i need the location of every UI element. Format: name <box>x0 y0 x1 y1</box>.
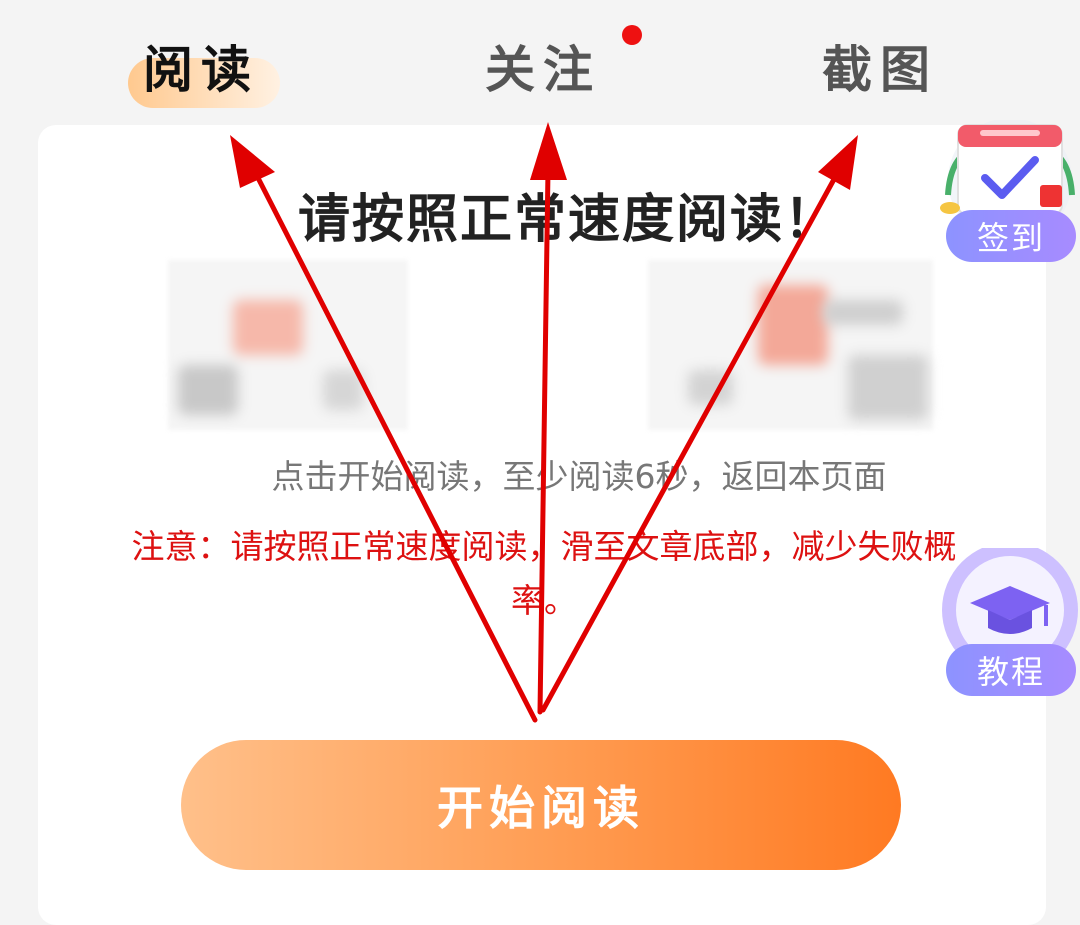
tab-screenshot[interactable]: 截图 <box>822 30 938 102</box>
blurred-preview-right <box>648 260 933 430</box>
signin-widget[interactable]: 签到 <box>940 118 1080 265</box>
graduation-cap-icon <box>942 542 1078 678</box>
calendar-check-icon <box>940 118 1075 242</box>
tutorial-widget[interactable]: 教程 <box>940 542 1080 698</box>
blurred-preview-left <box>168 260 408 430</box>
start-reading-button[interactable]: 开始阅读 <box>181 740 901 870</box>
tab-follow[interactable]: 关注 <box>485 30 601 102</box>
notification-dot <box>622 25 642 45</box>
reading-task-card: 请按照正常速度阅读！ 点击开始阅读，至少阅读6秒，返回本页面 注意：请按照正常速… <box>38 125 1046 925</box>
signin-label: 签到 <box>946 210 1076 262</box>
tutorial-label: 教程 <box>946 644 1076 696</box>
tab-read[interactable]: 阅读 <box>143 30 259 102</box>
card-title: 请按照正常速度阅读！ <box>297 190 838 250</box>
reading-notice: 注意：请按照正常速度阅读，滑至文章底部，减少失败概率。 <box>131 527 957 620</box>
top-tab-bar: 阅读 关注 截图 <box>0 0 1080 120</box>
reading-hint: 点击开始阅读，至少阅读6秒，返回本页面 <box>271 457 887 496</box>
